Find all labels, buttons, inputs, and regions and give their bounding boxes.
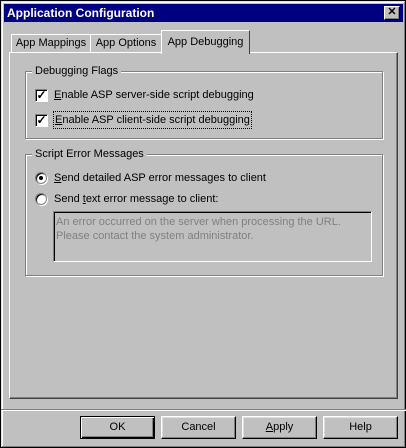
apply-button[interactable]: Apply (242, 416, 317, 439)
cancel-button[interactable]: Cancel (161, 416, 236, 439)
tab-app-options-label: App Options (95, 37, 157, 49)
tab-app-mappings-label: App Mappings (15, 37, 87, 49)
client-side-debugging-checkbox[interactable]: ✓ (35, 113, 48, 127)
radio-selected-dot (39, 176, 43, 180)
tab-app-debugging[interactable]: App Debugging (161, 30, 250, 54)
close-icon[interactable]: ✕ (384, 6, 400, 20)
tab-app-mappings[interactable]: App Mappings (11, 34, 91, 53)
text-error-label: Send text error message to client: (54, 193, 219, 205)
client-side-debugging-label: Enable ASP client-side script debugging (53, 111, 252, 129)
text-error-option[interactable]: Send text error message to client: (35, 191, 218, 207)
tab-app-debugging-label: App Debugging (167, 36, 244, 48)
debugging-flags-title: Debugging Flags (32, 64, 122, 78)
ok-button[interactable]: OK (80, 416, 155, 439)
window-title: Application Configuration (7, 6, 155, 20)
application-configuration-dialog: Application Configuration ✕ App Mappings… (0, 0, 406, 448)
tab-app-options[interactable]: App Options (90, 34, 162, 53)
error-message-textarea[interactable]: An error occurred on the server when pro… (53, 211, 372, 262)
button-separator (1, 409, 406, 411)
client-side-debugging-option[interactable]: ✓ Enable ASP client-side script debuggin… (35, 111, 252, 129)
debugging-flags-group: Debugging Flags ✓ Enable ASP server-side… (25, 64, 383, 139)
text-error-radio[interactable] (35, 193, 47, 205)
title-bar[interactable]: Application Configuration ✕ (4, 4, 403, 22)
detailed-errors-label: Send detailed ASP error messages to clie… (54, 172, 266, 184)
detailed-errors-option[interactable]: Send detailed ASP error messages to clie… (35, 170, 266, 186)
detailed-errors-radio[interactable] (35, 172, 47, 184)
server-side-debugging-checkbox[interactable]: ✓ (35, 88, 48, 102)
script-error-messages-title: Script Error Messages (32, 147, 147, 161)
server-side-debugging-label: Enable ASP server-side script debugging (54, 89, 254, 101)
help-button[interactable]: Help (323, 416, 398, 439)
server-side-debugging-option[interactable]: ✓ Enable ASP server-side script debuggin… (35, 87, 254, 103)
